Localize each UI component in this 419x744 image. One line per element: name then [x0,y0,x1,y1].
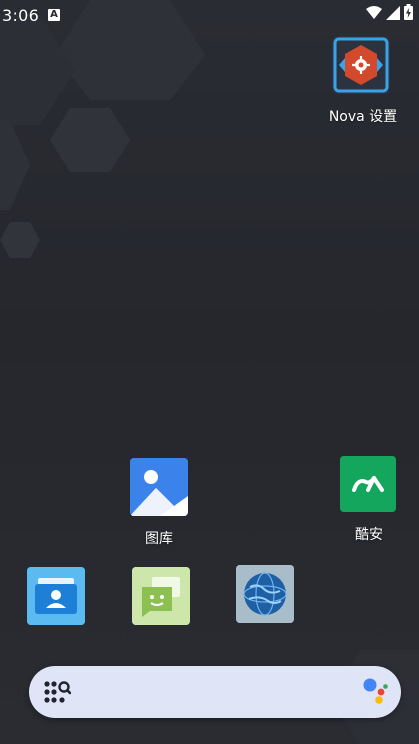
status-bar: 3:06 A [0,0,419,30]
nova-settings-icon [332,36,390,94]
app-gallery[interactable]: 图库 [116,456,202,548]
google-assistant-icon[interactable] [361,676,389,706]
notification-icon: A [48,9,60,21]
dock-browser[interactable] [236,565,294,623]
globe-icon [236,565,294,623]
app-coolapk[interactable]: 酷安 [326,454,412,546]
gallery-icon [130,458,188,516]
messages-icon [132,567,190,625]
app-label: 酷安 [355,527,383,543]
status-icons [366,4,413,24]
coolapk-icon [340,456,396,512]
signal-icon [386,5,400,24]
battery-charging-icon [404,4,413,24]
app-drawer-search-icon[interactable] [43,679,72,705]
status-time: 3:06 [2,6,40,25]
contacts-icon [27,567,85,625]
dock-contacts[interactable] [27,567,85,625]
app-label: 图库 [145,531,173,547]
dock-messages[interactable] [132,567,190,625]
app-nova-settings[interactable]: Nova 设置 [318,34,408,126]
wifi-icon [366,5,382,24]
app-label: Nova 设置 [328,109,398,125]
search-bar[interactable] [29,666,401,718]
